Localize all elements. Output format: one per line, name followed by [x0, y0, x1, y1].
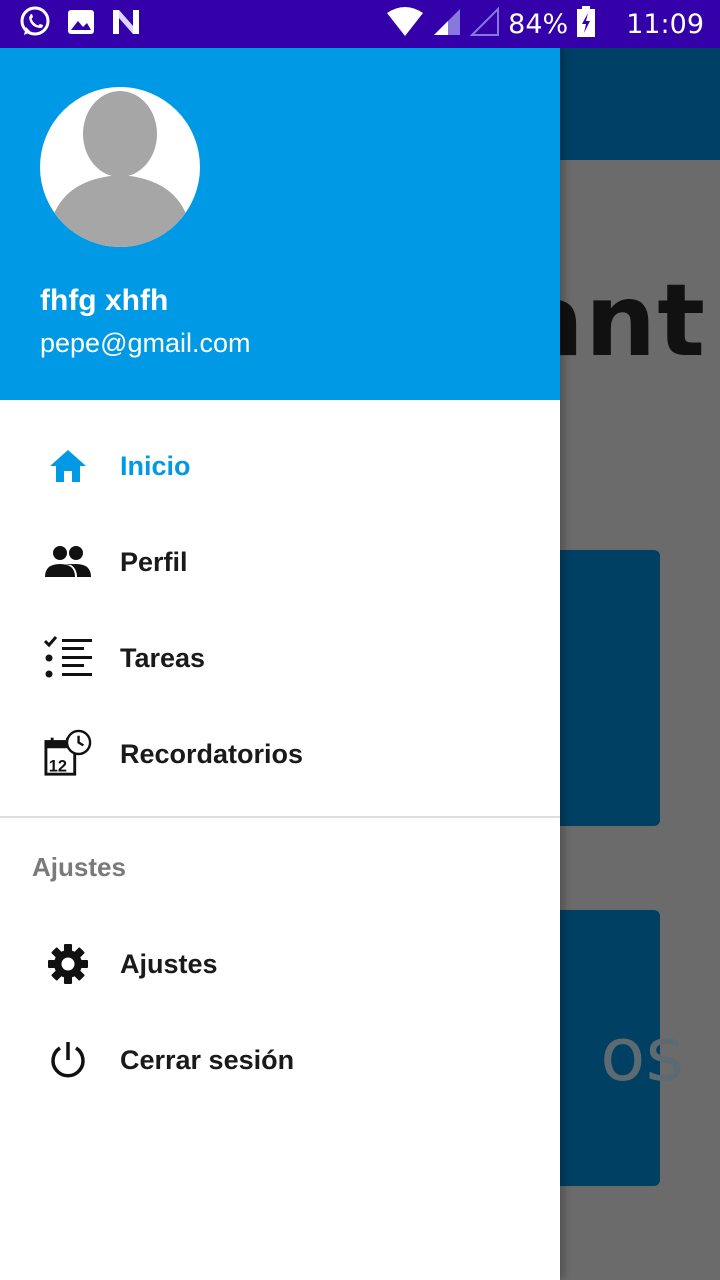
menu-item-label: Tareas: [120, 642, 206, 673]
n-app-icon: [110, 7, 142, 42]
checklist-icon: [44, 634, 92, 682]
drawer-header: fhfg xhfh pepe@gmail.com: [0, 48, 560, 400]
gear-icon: [44, 940, 92, 988]
menu-item-perfil[interactable]: Perfil: [0, 514, 560, 610]
menu-item-ajustes[interactable]: Ajustes: [0, 916, 560, 1012]
avatar[interactable]: [40, 87, 200, 247]
battery-percent: 84%: [508, 8, 569, 40]
divider: [0, 816, 560, 818]
menu-item-label: Perfil: [120, 546, 188, 577]
battery-charging-icon: [576, 5, 596, 43]
menu-item-label: Cerrar sesión: [120, 1044, 295, 1075]
wifi-icon: [386, 6, 424, 42]
power-icon: [44, 1036, 92, 1084]
calendar-clock-icon: 12: [44, 729, 92, 778]
person-placeholder-icon: [50, 91, 190, 247]
menu-item-label: Ajustes: [120, 948, 218, 979]
people-icon: [44, 538, 92, 586]
menu-item-tareas[interactable]: Tareas: [0, 610, 560, 706]
signal-empty-icon: [469, 6, 500, 42]
navigation-drawer: fhfg xhfh pepe@gmail.com Inicio Perfil T…: [0, 48, 560, 1280]
signal-icon: [432, 7, 462, 42]
section-title: Ajustes: [32, 852, 126, 882]
menu-item-recordatorios[interactable]: 12 Recordatorios: [0, 706, 560, 802]
status-bar: 84% 11:09: [0, 0, 720, 48]
user-name: fhfg xhfh: [40, 284, 169, 317]
image-icon: [66, 8, 96, 41]
menu-item-cerrar-sesion[interactable]: Cerrar sesión: [0, 1012, 560, 1108]
whatsapp-icon: [18, 5, 52, 44]
background-card-label: os: [600, 1012, 684, 1098]
clock: 11:09: [626, 8, 704, 40]
menu-item-label: Inicio: [120, 450, 191, 481]
menu-item-inicio[interactable]: Inicio: [0, 418, 560, 514]
menu-item-label: Recordatorios: [120, 738, 304, 769]
svg-text:12: 12: [49, 757, 67, 775]
user-email: pepe@gmail.com: [40, 328, 251, 358]
home-icon: [44, 442, 92, 490]
